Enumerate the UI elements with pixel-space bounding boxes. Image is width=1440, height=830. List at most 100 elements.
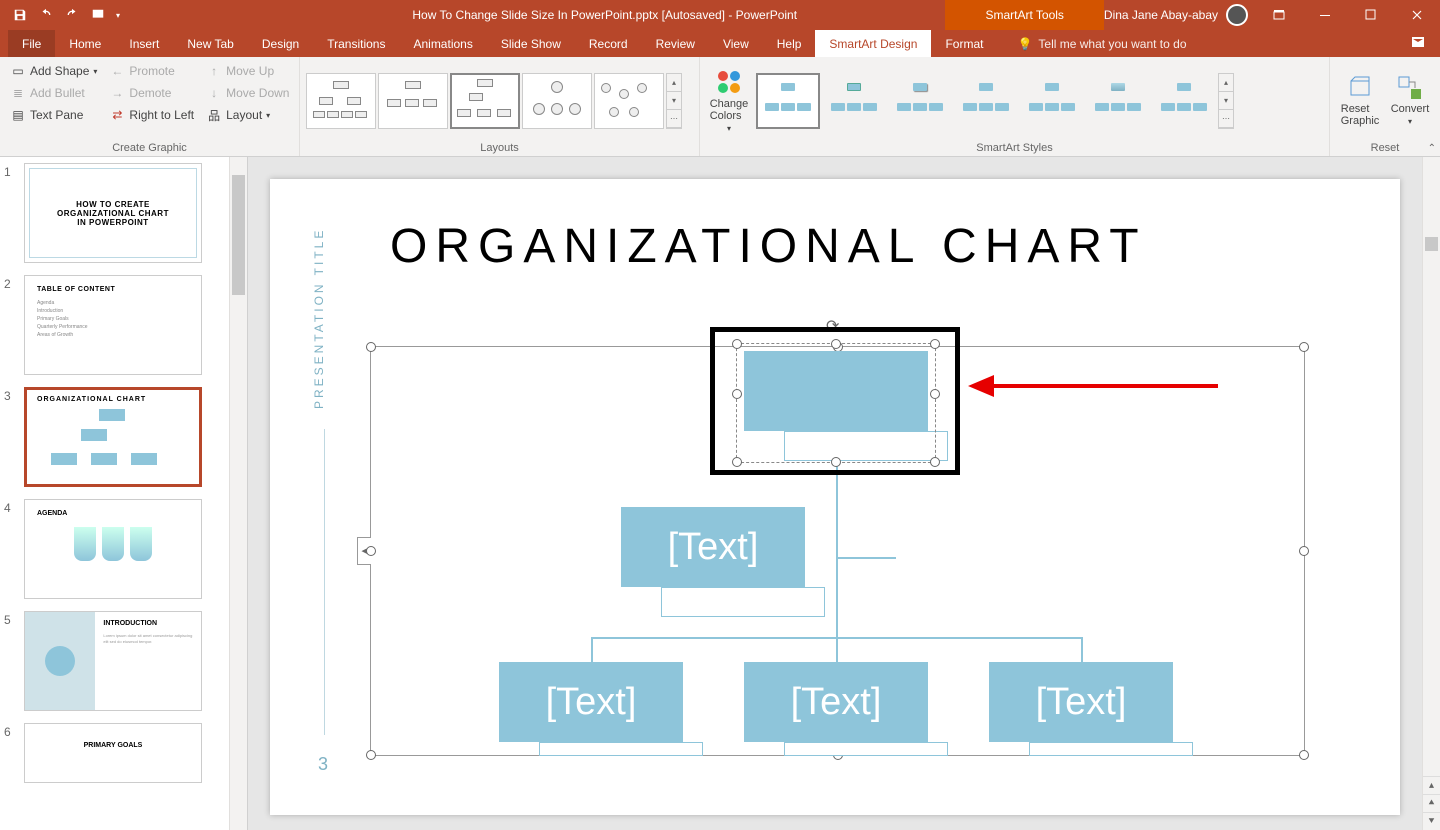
slide-thumbnail-4[interactable]: AGENDA bbox=[24, 499, 202, 599]
slide-title[interactable]: ORGANIZATIONAL CHART bbox=[390, 219, 1147, 274]
style-option-6[interactable] bbox=[1086, 73, 1150, 129]
reset-icon bbox=[1347, 75, 1373, 101]
tab-record[interactable]: Record bbox=[575, 30, 642, 57]
tab-help[interactable]: Help bbox=[763, 30, 816, 57]
resize-handle[interactable] bbox=[366, 750, 376, 760]
convert-button[interactable]: Convert▾ bbox=[1387, 61, 1433, 140]
tab-smartart-design[interactable]: SmartArt Design bbox=[815, 30, 931, 57]
slide-thumbnail-2[interactable]: TABLE OF CONTENT Agenda Introduction Pri… bbox=[24, 275, 202, 375]
org-child-box-3[interactable]: [Text] bbox=[989, 662, 1173, 742]
slide-canvas-area: PRESENTATION TITLE 3 ORGANIZATIONAL CHAR… bbox=[248, 157, 1422, 830]
save-button[interactable] bbox=[8, 3, 32, 27]
layout-option-5[interactable] bbox=[594, 73, 664, 129]
layout-option-2[interactable] bbox=[378, 73, 448, 129]
slide-thumbnail-5[interactable]: INTRODUCTION Lorem ipsum dolor sit amet … bbox=[24, 611, 202, 711]
resize-handle[interactable] bbox=[1299, 546, 1309, 556]
group-label-styles: SmartArt Styles bbox=[706, 140, 1323, 154]
slide-thumbnail-6[interactable]: PRIMARY GOALS bbox=[24, 723, 202, 783]
org-assistant-sub[interactable] bbox=[661, 587, 825, 617]
collapse-ribbon-button[interactable]: ⌃ bbox=[1428, 143, 1436, 154]
scrollbar-handle[interactable] bbox=[232, 175, 245, 295]
slide-page-number: 3 bbox=[318, 754, 328, 775]
tab-new-tab[interactable]: New Tab bbox=[173, 30, 247, 57]
style-option-2[interactable] bbox=[822, 73, 886, 129]
qat-dropdown[interactable]: ▾ bbox=[112, 3, 124, 27]
styles-more[interactable]: ▴▾⋯ bbox=[1218, 73, 1234, 129]
group-smartart-styles: Change Colors▾ ▴▾⋯ SmartArt Styles bbox=[700, 57, 1330, 156]
reset-graphic-button[interactable]: Reset Graphic bbox=[1337, 61, 1383, 140]
style-option-1-selected[interactable] bbox=[756, 73, 820, 129]
contextual-tab-label: SmartArt Tools bbox=[945, 0, 1103, 30]
layout-option-1[interactable] bbox=[306, 73, 376, 129]
tab-view[interactable]: View bbox=[709, 30, 763, 57]
promote-icon: ← bbox=[109, 63, 125, 79]
style-option-5[interactable] bbox=[1020, 73, 1084, 129]
resize-handle[interactable] bbox=[1299, 342, 1309, 352]
bullet-icon: ≣ bbox=[10, 85, 26, 101]
slide-thumbnail-1[interactable]: HOW TO CREATE ORGANIZATIONAL CHART IN PO… bbox=[24, 163, 202, 263]
redo-button[interactable] bbox=[60, 3, 84, 27]
org-child-box-2[interactable]: [Text] bbox=[744, 662, 928, 742]
group-label-reset: Reset bbox=[1336, 140, 1434, 154]
tab-animations[interactable]: Animations bbox=[399, 30, 486, 57]
tell-me-search[interactable]: 💡 Tell me what you want to do bbox=[997, 37, 1186, 51]
tab-design[interactable]: Design bbox=[248, 30, 313, 57]
org-assistant-box[interactable]: [Text] bbox=[621, 507, 805, 587]
org-child-sub-1[interactable] bbox=[539, 742, 703, 756]
tab-transitions[interactable]: Transitions bbox=[313, 30, 399, 57]
lightbulb-icon: 💡 bbox=[1017, 37, 1032, 51]
style-option-4[interactable] bbox=[954, 73, 1018, 129]
layout-button[interactable]: 品Layout▾ bbox=[202, 105, 293, 125]
tab-review[interactable]: Review bbox=[642, 30, 709, 57]
org-child-sub-3[interactable] bbox=[1029, 742, 1193, 756]
ribbon-display-options[interactable] bbox=[1256, 0, 1302, 30]
tab-insert[interactable]: Insert bbox=[115, 30, 173, 57]
add-shape-button[interactable]: ▭Add Shape▾ bbox=[6, 61, 101, 81]
layout-option-3-selected[interactable] bbox=[450, 73, 520, 129]
slide-canvas[interactable]: PRESENTATION TITLE 3 ORGANIZATIONAL CHAR… bbox=[270, 179, 1400, 815]
style-option-7[interactable] bbox=[1152, 73, 1216, 129]
document-title: How To Change Slide Size In PowerPoint.p… bbox=[124, 8, 945, 22]
ribbon-tabs: File Home Insert New Tab Design Transiti… bbox=[0, 30, 1440, 57]
share-button[interactable] bbox=[1410, 34, 1440, 53]
thumbnail-scrollbar[interactable] bbox=[229, 157, 247, 830]
resize-handle[interactable] bbox=[366, 342, 376, 352]
maximize-button[interactable] bbox=[1348, 0, 1394, 30]
tab-file[interactable]: File bbox=[8, 30, 55, 57]
group-create-graphic: ▭Add Shape▾ ≣Add Bullet ▤Text Pane ←Prom… bbox=[0, 57, 300, 156]
right-to-left-button[interactable]: ⇄Right to Left bbox=[105, 105, 198, 125]
change-colors-button[interactable]: Change Colors▾ bbox=[706, 68, 752, 133]
rtl-icon: ⇄ bbox=[109, 107, 125, 123]
vertical-scrollbar[interactable]: ▴ ⯅ ⯆ bbox=[1422, 157, 1440, 830]
change-colors-icon bbox=[715, 68, 743, 96]
undo-button[interactable] bbox=[34, 3, 58, 27]
close-button[interactable] bbox=[1394, 0, 1440, 30]
title-bar: ▾ How To Change Slide Size In PowerPoint… bbox=[0, 0, 1440, 30]
divider-line bbox=[324, 429, 325, 735]
resize-handle[interactable] bbox=[366, 546, 376, 556]
style-option-3[interactable] bbox=[888, 73, 952, 129]
slide-thumbnail-3-selected[interactable]: ORGANIZATIONAL CHART bbox=[24, 387, 202, 487]
down-icon: ↓ bbox=[206, 85, 222, 101]
demote-button: →Demote bbox=[105, 83, 198, 103]
prev-slide-button[interactable]: ⯅ bbox=[1423, 794, 1440, 812]
user-area: Dina Jane Abay-abay bbox=[1104, 4, 1256, 26]
scroll-up-button[interactable]: ▴ bbox=[1423, 776, 1440, 794]
tab-home[interactable]: Home bbox=[55, 30, 115, 57]
user-avatar[interactable] bbox=[1226, 4, 1248, 26]
demote-icon: → bbox=[109, 85, 125, 101]
layout-option-4[interactable] bbox=[522, 73, 592, 129]
layouts-more[interactable]: ▴▾⋯ bbox=[666, 73, 682, 129]
tab-format[interactable]: Format bbox=[931, 30, 997, 57]
tab-slide-show[interactable]: Slide Show bbox=[487, 30, 575, 57]
org-child-sub-2[interactable] bbox=[784, 742, 948, 756]
next-slide-button[interactable]: ⯆ bbox=[1423, 812, 1440, 830]
org-child-box-1[interactable]: [Text] bbox=[499, 662, 683, 742]
minimize-button[interactable] bbox=[1302, 0, 1348, 30]
text-pane-button[interactable]: ▤Text Pane bbox=[6, 105, 101, 125]
move-down-button: ↓Move Down bbox=[202, 83, 293, 103]
slide-thumbnail-panel: 1 HOW TO CREATE ORGANIZATIONAL CHART IN … bbox=[0, 157, 248, 830]
start-from-beginning-button[interactable] bbox=[86, 3, 110, 27]
resize-handle[interactable] bbox=[1299, 750, 1309, 760]
scrollbar-thumb[interactable] bbox=[1425, 237, 1438, 251]
